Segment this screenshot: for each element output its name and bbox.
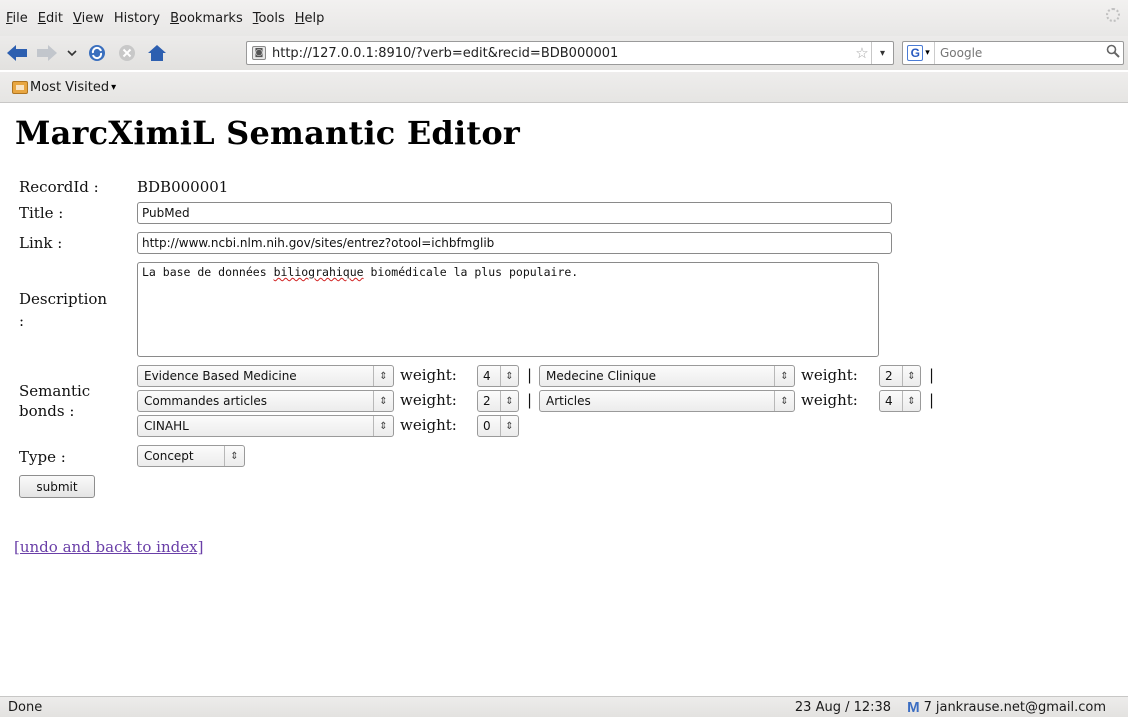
bond-select-4[interactable]: Articles ⇕ bbox=[539, 390, 795, 412]
weight-select-1[interactable]: 4 ⇕ bbox=[477, 365, 519, 387]
home-icon[interactable] bbox=[144, 40, 170, 66]
weight-label: weight: bbox=[400, 391, 457, 409]
separator: | bbox=[929, 391, 935, 409]
most-visited-bookmark[interactable]: Most Visited bbox=[30, 80, 109, 95]
chevron-down-icon[interactable]: ▾ bbox=[111, 82, 116, 93]
history-dropdown-icon[interactable] bbox=[64, 40, 80, 66]
select-arrows-icon: ⇕ bbox=[774, 391, 794, 411]
select-arrows-icon: ⇕ bbox=[500, 391, 518, 411]
bookmark-star-icon[interactable]: ☆ bbox=[853, 44, 871, 62]
weight-label: weight: bbox=[400, 366, 457, 384]
description-textarea[interactable]: La base de données biliograhique biomédi… bbox=[137, 262, 879, 357]
back-icon[interactable] bbox=[4, 40, 30, 66]
select-arrows-icon: ⇕ bbox=[500, 416, 518, 436]
weight-select-4[interactable]: 4 ⇕ bbox=[879, 390, 921, 412]
search-icon[interactable] bbox=[1103, 44, 1123, 62]
select-arrows-icon: ⇕ bbox=[902, 366, 920, 386]
url-bar[interactable]: ◙ http://127.0.0.1:8910/?verb=edit&recid… bbox=[246, 41, 894, 65]
weight-select-3[interactable]: 2 ⇕ bbox=[477, 390, 519, 412]
weight-select-5[interactable]: 0 ⇕ bbox=[477, 415, 519, 437]
search-input[interactable] bbox=[935, 46, 1103, 60]
weight-label: weight: bbox=[801, 391, 858, 409]
google-logo-icon: G bbox=[907, 45, 924, 61]
menu-help[interactable]: Help bbox=[295, 11, 325, 26]
reload-icon[interactable] bbox=[84, 40, 110, 66]
status-bar: Done 23 Aug / 12:38 M 7 jankrause.net@gm… bbox=[0, 696, 1128, 717]
separator: | bbox=[527, 366, 533, 384]
select-arrows-icon: ⇕ bbox=[500, 366, 518, 386]
select-arrows-icon: ⇕ bbox=[373, 366, 393, 386]
bond-select-5[interactable]: CINAHL ⇕ bbox=[137, 415, 394, 437]
menu-file[interactable]: File bbox=[6, 11, 28, 26]
title-input[interactable]: PubMed bbox=[137, 202, 892, 224]
weight-label: weight: bbox=[801, 366, 858, 384]
select-arrows-icon: ⇕ bbox=[774, 366, 794, 386]
select-arrows-icon: ⇕ bbox=[373, 416, 393, 436]
page-favicon-icon: ◙ bbox=[252, 46, 266, 60]
weight-select-2[interactable]: 2 ⇕ bbox=[879, 365, 921, 387]
link-label: Link : bbox=[19, 234, 63, 252]
link-input[interactable]: http://www.ncbi.nlm.nih.gov/sites/entrez… bbox=[137, 232, 892, 254]
throbber-icon bbox=[1106, 8, 1120, 22]
menu-edit[interactable]: Edit bbox=[38, 11, 63, 26]
separator: | bbox=[929, 366, 935, 384]
search-engine-selector[interactable]: G ▾ bbox=[903, 42, 935, 64]
title-label: Title : bbox=[19, 204, 64, 222]
gmail-icon[interactable]: M bbox=[907, 699, 920, 716]
select-arrows-icon: ⇕ bbox=[902, 391, 920, 411]
menu-tools[interactable]: Tools bbox=[253, 11, 285, 26]
record-id-value: BDB000001 bbox=[137, 178, 229, 196]
stop-icon[interactable] bbox=[114, 40, 140, 66]
weight-label: weight: bbox=[400, 416, 457, 434]
status-text: Done bbox=[8, 699, 43, 715]
description-label-colon: : bbox=[19, 312, 25, 330]
description-label: Description bbox=[19, 290, 108, 308]
bookmark-folder-icon bbox=[12, 80, 28, 94]
mail-count: 7 bbox=[923, 700, 932, 715]
spelling-error: biliograhique bbox=[273, 265, 364, 279]
bond-select-1[interactable]: Evidence Based Medicine ⇕ bbox=[137, 365, 394, 387]
separator: | bbox=[527, 391, 533, 409]
type-label: Type : bbox=[19, 448, 66, 466]
mail-account[interactable]: jankrause.net@gmail.com bbox=[936, 700, 1106, 715]
status-right: 23 Aug / 12:38 M 7 jankrause.net@gmail.c… bbox=[795, 699, 1106, 716]
page-title: MarcXimiL Semantic Editor bbox=[15, 114, 520, 152]
submit-button[interactable]: submit bbox=[19, 475, 95, 498]
menu-bookmarks[interactable]: Bookmarks bbox=[170, 11, 243, 26]
url-text[interactable]: http://127.0.0.1:8910/?verb=edit&recid=B… bbox=[272, 46, 853, 61]
url-dropdown-icon[interactable]: ▾ bbox=[871, 42, 893, 64]
bookmarks-toolbar: Most Visited ▾ bbox=[0, 72, 1128, 103]
menu-view[interactable]: View bbox=[73, 11, 104, 26]
record-id-label: RecordId : bbox=[19, 178, 99, 196]
bond-select-3[interactable]: Commandes articles ⇕ bbox=[137, 390, 394, 412]
forward-icon[interactable] bbox=[34, 40, 60, 66]
undo-back-link[interactable]: [undo and back to index] bbox=[14, 538, 203, 556]
status-datetime: 23 Aug / 12:38 bbox=[794, 700, 892, 715]
bond-select-2[interactable]: Medecine Clinique ⇕ bbox=[539, 365, 795, 387]
semantic-bonds-label-2: bonds : bbox=[19, 402, 75, 420]
type-select[interactable]: Concept ⇕ bbox=[137, 445, 245, 467]
menu-history[interactable]: History bbox=[114, 11, 160, 26]
search-bar: G ▾ bbox=[902, 41, 1124, 65]
semantic-bonds-label: Semantic bbox=[19, 382, 91, 400]
page-content: MarcXimiL Semantic Editor RecordId : BDB… bbox=[0, 104, 1128, 696]
menu-bar: File Edit View History Bookmarks Tools H… bbox=[0, 0, 1128, 36]
select-arrows-icon: ⇕ bbox=[373, 391, 393, 411]
chevron-down-icon: ▾ bbox=[925, 48, 930, 58]
select-arrows-icon: ⇕ bbox=[224, 446, 244, 466]
